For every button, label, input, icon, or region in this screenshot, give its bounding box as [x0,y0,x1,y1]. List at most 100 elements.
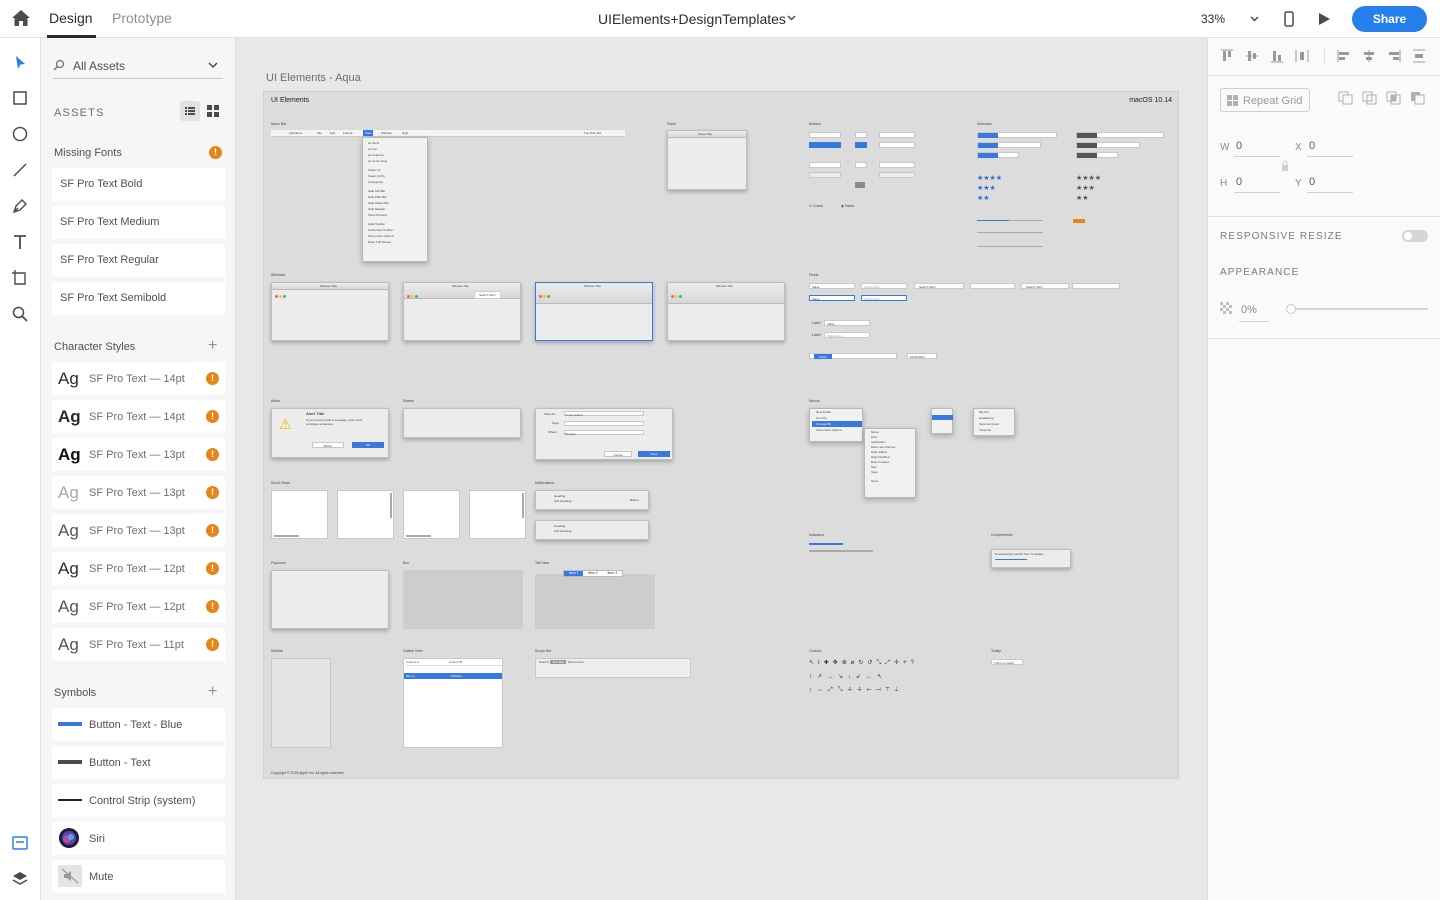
height-input[interactable]: 0 [1236,176,1242,188]
menu-edit: Edit [330,131,336,135]
layers-panel-icon[interactable] [11,870,29,888]
divider [1208,338,1440,339]
mock-rating: ★★★ [1076,185,1095,192]
notif-button: Button [630,498,639,502]
distribute-vertical-icon[interactable] [1295,49,1309,63]
character-style-item[interactable]: Ag SF Pro Text — 14pt! [52,362,225,395]
align-bottom-icon[interactable] [1270,49,1284,63]
rectangle-tool-icon[interactable] [11,89,29,107]
width-input[interactable]: 0 [1236,140,1242,152]
section-label: Panel [667,122,676,126]
field-label: Label [812,321,821,325]
mock-segmented-dark [1076,142,1140,148]
search-underline [53,78,223,79]
tab-prototype[interactable]: Prototype [112,10,172,26]
character-style-item[interactable]: Ag SF Pro Text — 13pt! [52,476,225,509]
boolean-add-icon[interactable] [1338,91,1354,105]
notif-subheading: Sub Heading [554,499,572,503]
text-tool-icon[interactable] [11,233,29,251]
zoom-tool-icon[interactable] [11,305,29,323]
line-tool-icon[interactable] [11,161,29,179]
character-style-item[interactable]: Ag SF Pro Text — 13pt! [52,514,225,547]
responsive-resize-toggle[interactable] [1402,230,1428,242]
window-title: Window Title [584,284,602,288]
chevron-down-icon[interactable] [208,62,218,69]
asset-filter-dropdown[interactable]: All Assets [73,59,125,73]
mock-tab-view: Item 1 Item 2 Item 3 [535,570,655,629]
symbol-item[interactable]: Siri [52,822,225,855]
symbol-item[interactable]: Button - Text [52,746,225,779]
align-center-icon[interactable] [1362,49,1376,63]
select-arrow-icon[interactable] [11,54,29,72]
character-style-item[interactable]: Ag SF Pro Text — 13pt! [52,438,225,471]
repeat-grid-button[interactable]: Repeat Grid [1220,88,1310,112]
device-preview-icon[interactable] [1284,11,1294,27]
list-view-toggle[interactable] [180,101,200,121]
opacity-slider[interactable] [1290,308,1428,310]
artboard-tool-icon[interactable] [11,269,29,287]
missing-font-item[interactable]: SF Pro Text Bold [52,168,225,201]
character-style-item[interactable]: Ag SF Pro Text — 12pt! [52,552,225,585]
artboard-title[interactable]: UI Elements - Aqua [266,72,361,84]
character-style-item[interactable]: Ag SF Pro Text — 11pt! [52,628,225,661]
assets-panel-icon[interactable] [11,834,29,852]
distribute-horizontal-icon[interactable] [1412,49,1426,63]
warning-icon: ! [206,448,219,461]
mock-scope-bar: Search: This Mac "Documents" [535,658,691,678]
missing-font-item[interactable]: SF Pro Text Medium [52,206,225,239]
x-input[interactable]: 0 [1309,140,1315,152]
mock-checkbox-label: ☑ Check [809,204,824,208]
section-label: Tooltip [991,649,1002,653]
scope-item: "Documents" [567,660,585,664]
outline-row-value: Attribute [450,674,462,678]
symbol-thumbnail [58,718,82,730]
align-middle-icon[interactable] [1245,49,1259,63]
mock-cursor-set: ↕↔⤢⤡✛✛⊢⊣⊤⊥ [809,687,904,693]
character-style-item[interactable]: Ag SF Pro Text — 14pt! [52,400,225,433]
width-label: W [1220,142,1230,153]
zoom-level[interactable]: 33% [1201,12,1225,26]
mock-labeled-field: Value [824,320,870,326]
symbol-item[interactable]: Button - Text - Blue [52,708,225,741]
add-symbol-icon[interactable]: + [208,684,217,700]
mock-scroll-view [403,490,460,539]
boolean-intersect-icon[interactable] [1386,91,1402,105]
document-title[interactable]: UIElements+DesignTemplates [598,11,786,27]
y-input[interactable]: 0 [1309,176,1315,188]
artboard[interactable]: UI Elements macOS 10.14 Menu Bar Panel B… [263,91,1179,779]
align-top-icon[interactable] [1220,49,1234,63]
home-icon[interactable] [11,9,31,27]
style-sample: Ag [58,369,79,388]
align-left-icon[interactable] [1337,49,1351,63]
ellipse-tool-icon[interactable] [11,125,29,143]
missing-font-item[interactable]: SF Pro Text Semibold [52,282,225,315]
missing-font-item[interactable]: SF Pro Text Regular [52,244,225,277]
pen-tool-icon[interactable] [11,197,29,215]
boolean-subtract-icon[interactable] [1362,91,1378,105]
character-style-item[interactable]: Ag SF Pro Text — 12pt! [52,590,225,623]
field-value: Search Term [919,285,936,289]
add-character-style-icon[interactable]: + [208,338,217,354]
play-icon[interactable] [1318,12,1331,26]
symbol-item[interactable]: Control Strip (system) [52,784,225,817]
grid-view-icon[interactable] [207,105,219,117]
canvas[interactable]: UI Elements - Aqua UI Elements macOS 10.… [236,38,1207,900]
where-label: Where: [548,430,558,434]
section-label: Notifications [535,481,555,485]
mock-tooltip: This is a tooltip [991,659,1023,665]
chevron-down-icon[interactable] [787,15,796,21]
boolean-exclude-icon[interactable] [1410,91,1426,105]
mock-text-field-focused: Value [809,295,855,301]
zoom-chevron-icon[interactable] [1250,16,1259,22]
mock-segmented-dark [1076,152,1118,158]
os-version: macOS 10.14 [1129,97,1172,104]
opacity-input[interactable]: 0% [1241,304,1257,316]
tab-design[interactable]: Design [49,10,93,26]
opacity-slider-handle[interactable] [1286,304,1296,314]
mock-download-panel: Downloading macOS from Template... [991,549,1071,568]
lock-aspect-icon[interactable] [1281,160,1289,172]
share-button[interactable]: Share [1352,6,1427,32]
mock-button [809,132,841,138]
align-right-icon[interactable] [1387,49,1401,63]
symbol-item[interactable]: Mute [52,860,225,893]
